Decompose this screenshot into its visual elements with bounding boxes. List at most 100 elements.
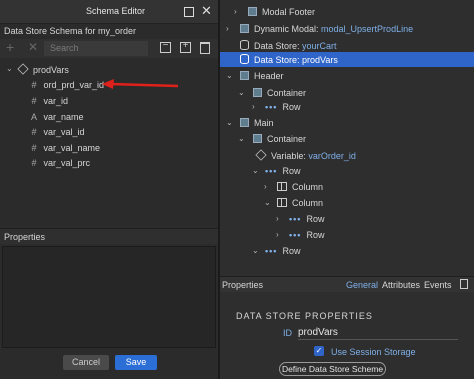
schema-field[interactable]: # var_val_name xyxy=(27,143,100,158)
tree-row-label: Main xyxy=(254,118,274,128)
chevron-down-icon[interactable]: ⌄ xyxy=(6,64,13,73)
save-button[interactable]: Save xyxy=(115,355,157,370)
data-store-icon xyxy=(240,54,249,64)
tree-row[interactable]: Data Store: yourCart xyxy=(220,38,474,53)
collapse-all-icon[interactable] xyxy=(160,40,171,53)
tree-row-link: prodVars xyxy=(302,55,338,65)
tree-row-label: Data Store: xyxy=(254,41,303,51)
session-storage-checkbox[interactable]: ✓ xyxy=(314,346,324,356)
chevron-down-icon[interactable]: ⌄ xyxy=(226,118,233,127)
block-icon xyxy=(240,118,249,127)
chevron-down-icon[interactable]: ⌄ xyxy=(252,166,259,175)
id-label: ID xyxy=(283,328,292,338)
block-icon xyxy=(248,7,257,16)
add-field-icon[interactable]: + xyxy=(6,39,14,55)
close-icon[interactable]: ✕ xyxy=(201,3,212,19)
chevron-down-icon[interactable]: ⌄ xyxy=(238,88,245,97)
tab-events[interactable]: Events xyxy=(424,280,452,290)
tree-row-label: Row xyxy=(282,102,301,112)
expand-all-icon[interactable] xyxy=(180,40,191,53)
tree-row[interactable]: › ••• Row xyxy=(220,100,474,115)
schema-header-text: Data Store Schema for my_order xyxy=(4,26,137,36)
tree-row[interactable]: › Column xyxy=(220,180,474,195)
number-type-icon: # xyxy=(31,80,37,90)
tree-row-label: Modal Footer xyxy=(262,7,316,17)
tree-row[interactable]: ⌄ ••• Row xyxy=(220,164,474,179)
schema-field-label: var_val_prc xyxy=(43,158,91,168)
tree-row[interactable]: ⌄ Main xyxy=(220,116,474,131)
properties-label: Properties xyxy=(4,232,46,242)
tree-row-label: Row xyxy=(306,230,325,240)
dialog-title: Schema Editor xyxy=(86,6,146,16)
tree-row[interactable]: › Modal Footer xyxy=(220,5,474,20)
tree-row[interactable]: › Dynamic Modal: modal_UpsertProdLine xyxy=(220,22,474,37)
red-arrow-annotation xyxy=(102,79,179,89)
chevron-right-icon[interactable]: › xyxy=(234,7,237,16)
tree-row-label: Variable: xyxy=(271,151,309,161)
arrow-head xyxy=(102,79,114,89)
tab-attributes[interactable]: Attributes xyxy=(382,280,420,290)
tree-row[interactable]: › ••• Row xyxy=(220,212,474,227)
right-properties-header: Properties General Attributes Events xyxy=(220,276,474,292)
tree-row[interactable]: ⌄ Header xyxy=(220,69,474,84)
tree-row[interactable]: Variable: varOrder_id xyxy=(220,148,474,163)
chevron-right-icon[interactable]: › xyxy=(264,182,267,191)
schema-field[interactable]: A var_name xyxy=(27,112,84,127)
schema-root-label: prodVars xyxy=(33,65,69,75)
tree-row-label: Column xyxy=(292,198,324,208)
tree-row-label: Row xyxy=(282,166,301,176)
properties-header: Properties xyxy=(0,228,218,244)
trash-icon[interactable] xyxy=(200,42,210,54)
maximize-icon[interactable] xyxy=(184,7,194,17)
tree-row-selected[interactable]: Data Store: prodVars xyxy=(220,52,474,67)
section-title: DATA STORE PROPERTIES xyxy=(236,311,373,321)
column-icon xyxy=(277,198,287,207)
schema-field[interactable]: # ord_prd_var_id xyxy=(27,80,104,95)
number-type-icon: # xyxy=(31,158,37,168)
delete-field-icon[interactable]: ✕ xyxy=(28,40,38,54)
tree-row[interactable]: ⌄ ••• Row xyxy=(220,244,474,259)
schema-field[interactable]: # var_val_prc xyxy=(27,158,90,173)
tab-general[interactable]: General xyxy=(346,280,378,290)
tree-row-link: varOrder_id xyxy=(308,151,356,161)
chevron-down-icon[interactable]: ⌄ xyxy=(238,134,245,143)
tree-row[interactable]: › ••• Row xyxy=(220,228,474,243)
chevron-down-icon[interactable]: ⌄ xyxy=(252,246,259,255)
search-input[interactable]: Search xyxy=(44,41,148,56)
tree-row-label: Row xyxy=(282,246,301,256)
session-storage-label: Use Session Storage xyxy=(331,347,416,357)
row-icon: ••• xyxy=(289,230,302,240)
tree-row[interactable]: ⌄ Column xyxy=(220,196,474,211)
dialog-titlebar: Schema Editor ✕ xyxy=(0,0,218,24)
define-data-store-scheme-button[interactable]: Define Data Store Scheme xyxy=(279,362,386,376)
schema-root-node[interactable]: prodVars xyxy=(17,63,69,79)
chevron-right-icon[interactable]: › xyxy=(276,230,279,239)
schema-field[interactable]: # var_id xyxy=(27,96,68,111)
column-icon xyxy=(277,182,287,191)
schema-field[interactable]: # var_val_id xyxy=(27,127,84,142)
chevron-down-icon[interactable]: ⌄ xyxy=(264,198,271,207)
row-icon: ••• xyxy=(265,102,278,112)
tree-row-label: Data Store: xyxy=(254,55,303,65)
tree-row[interactable]: ⌄ Container xyxy=(220,86,474,101)
schema-header: Data Store Schema for my_order xyxy=(0,24,218,39)
panel-toggle-icon[interactable] xyxy=(460,279,468,289)
schema-toolbar: + ✕ Search xyxy=(0,39,218,58)
id-input[interactable]: prodVars xyxy=(298,327,458,340)
chevron-down-icon[interactable]: ⌄ xyxy=(226,71,233,80)
chevron-right-icon[interactable]: › xyxy=(276,214,279,223)
number-type-icon: # xyxy=(31,96,37,106)
arrow-shaft xyxy=(109,82,179,88)
block-icon xyxy=(240,71,249,80)
row-icon: ••• xyxy=(289,214,302,224)
tree-row-label: Container xyxy=(267,134,307,144)
schema-field-label: var_name xyxy=(43,112,84,122)
tree-row[interactable]: ⌄ Container xyxy=(220,132,474,147)
right-properties-title: Properties xyxy=(222,280,264,290)
cancel-button[interactable]: Cancel xyxy=(63,355,109,370)
tree-row-link: yourCart xyxy=(302,41,337,51)
chevron-right-icon[interactable]: › xyxy=(252,102,255,111)
tree-row-label: Dynamic Modal: xyxy=(254,24,322,34)
chevron-right-icon[interactable]: › xyxy=(226,24,229,33)
schema-field-label: var_id xyxy=(43,96,69,106)
